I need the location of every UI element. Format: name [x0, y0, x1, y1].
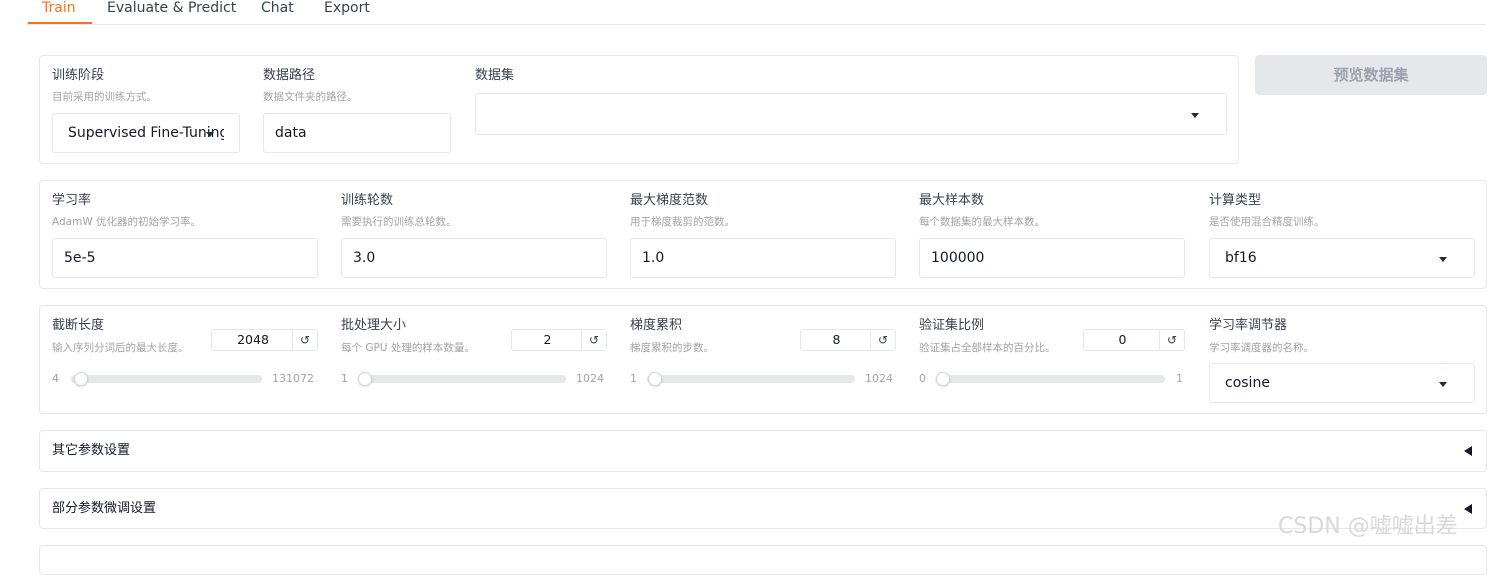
max-samples-input[interactable]: 100000 — [919, 238, 1185, 278]
training-params-panel: 学习率 AdamW 优化器的初始学习率。 5e-5 训练轮数 需要执行的训练总轮… — [39, 180, 1487, 289]
val-size-min: 0 — [919, 372, 926, 385]
val-size-slider-track[interactable] — [936, 375, 1165, 383]
tab-train[interactable]: Train — [42, 0, 76, 18]
chevron-down-icon — [1191, 113, 1199, 118]
cutoff-len-slider-track[interactable] — [71, 375, 262, 383]
num-epochs-info: 需要执行的训练总轮数。 — [341, 216, 457, 228]
grad-accum-label: 梯度累积 — [630, 318, 683, 333]
compute-type-label: 计算类型 — [1209, 193, 1262, 208]
stage-label: 训练阶段 — [52, 68, 105, 83]
reset-icon[interactable]: ↺ — [581, 330, 606, 350]
grad-accum-number-input[interactable]: 8 ↺ — [800, 329, 896, 351]
batch-size-max: 1024 — [576, 372, 604, 385]
cutoff-len-number-input[interactable]: 2048 ↺ — [211, 329, 318, 351]
stage-value: Supervised Fine-Tuning — [68, 125, 224, 141]
num-epochs-label: 训练轮数 — [341, 193, 394, 208]
dataset-dropdown[interactable] — [475, 93, 1227, 135]
cutoff-len-min: 4 — [52, 372, 59, 385]
lr-scheduler-dropdown[interactable]: cosine — [1209, 363, 1475, 403]
val-size-number-input[interactable]: 0 ↺ — [1083, 329, 1185, 351]
learning-rate-info: AdamW 优化器的初始学习率。 — [52, 216, 202, 228]
reset-icon[interactable]: ↺ — [870, 330, 895, 350]
reset-icon[interactable]: ↺ — [1159, 330, 1184, 350]
val-size-info: 验证集占全部样本的百分比。 — [919, 342, 1056, 354]
stage-info: 目前采用的训练方式。 — [52, 91, 157, 103]
watermark: CSDN @嘘嘘出差 — [1278, 514, 1458, 539]
accordion-other-params[interactable]: 其它参数设置 — [39, 430, 1487, 472]
compute-type-value: bf16 — [1225, 250, 1257, 266]
grad-accum-info: 梯度累积的步数。 — [630, 342, 714, 354]
grad-accum-slider-track[interactable] — [647, 375, 855, 383]
tab-export[interactable]: Export — [324, 0, 370, 18]
preview-dataset-button[interactable]: 预览数据集 — [1255, 55, 1487, 95]
dataset-settings-panel: 训练阶段 目前采用的训练方式。 Supervised Fine-Tuning 数… — [39, 55, 1239, 164]
tab-chat[interactable]: Chat — [261, 0, 294, 18]
num-epochs-input[interactable]: 3.0 — [341, 238, 607, 278]
max-grad-norm-label: 最大梯度范数 — [630, 193, 709, 208]
cutoff-len-value: 2048 — [237, 332, 269, 347]
batch-size-slider-track[interactable] — [358, 375, 566, 383]
grad-accum-max: 1024 — [865, 372, 893, 385]
val-size-label: 验证集比例 — [919, 318, 985, 333]
active-tab-indicator — [28, 22, 92, 24]
tab-bar: Train Evaluate & Predict Chat Export — [26, 0, 1486, 25]
chevron-down-icon — [1439, 257, 1447, 262]
learning-rate-label: 学习率 — [52, 193, 92, 208]
reset-icon[interactable]: ↺ — [292, 330, 317, 350]
grad-accum-slider-thumb[interactable] — [648, 372, 663, 386]
tab-evaluate-predict[interactable]: Evaluate & Predict — [107, 0, 236, 18]
cutoff-len-info: 输入序列分词后的最大长度。 — [52, 342, 189, 354]
collapse-arrow-icon — [1464, 504, 1472, 514]
lr-scheduler-value: cosine — [1225, 375, 1270, 391]
accordion-next[interactable] — [39, 545, 1487, 575]
batch-size-slider-thumb[interactable] — [358, 372, 373, 386]
lr-scheduler-label: 学习率调节器 — [1209, 318, 1288, 333]
max-samples-info: 每个数据集的最大样本数。 — [919, 216, 1045, 228]
cutoff-len-max: 131072 — [272, 372, 314, 385]
grad-accum-value: 8 — [832, 332, 841, 347]
batch-size-value: 2 — [543, 332, 552, 347]
compute-type-dropdown[interactable]: bf16 — [1209, 238, 1475, 278]
dataset-dir-input[interactable]: data — [263, 113, 451, 153]
val-size-slider-thumb[interactable] — [936, 372, 950, 386]
collapse-arrow-icon — [1464, 446, 1472, 456]
max-samples-label: 最大样本数 — [919, 193, 985, 208]
batch-size-info: 每个 GPU 处理的样本数量。 — [341, 342, 475, 354]
accordion-freeze-params[interactable]: 部分参数微调设置 — [39, 488, 1487, 529]
dataset-dir-label: 数据路径 — [263, 68, 316, 83]
chevron-down-icon — [206, 132, 214, 137]
grad-accum-min: 1 — [630, 372, 637, 385]
learning-rate-input[interactable]: 5e-5 — [52, 238, 318, 278]
accordion-freeze-params-label: 部分参数微调设置 — [52, 501, 157, 516]
dataset-label: 数据集 — [475, 68, 515, 83]
max-grad-norm-input[interactable]: 1.0 — [630, 238, 896, 278]
accordion-other-params-label: 其它参数设置 — [52, 443, 131, 458]
length-batch-panel: 截断长度 输入序列分词后的最大长度。 2048 ↺ 4 131072 批处理大小… — [39, 305, 1487, 414]
stage-dropdown[interactable]: Supervised Fine-Tuning — [52, 113, 240, 153]
batch-size-number-input[interactable]: 2 ↺ — [511, 329, 607, 351]
batch-size-min: 1 — [341, 372, 348, 385]
chevron-down-icon — [1439, 382, 1447, 387]
compute-type-info: 是否使用混合精度训练。 — [1209, 216, 1325, 228]
cutoff-len-slider-thumb[interactable] — [73, 372, 88, 386]
val-size-max: 1 — [1176, 372, 1183, 385]
cutoff-len-label: 截断长度 — [52, 318, 105, 333]
dataset-dir-info: 数据文件夹的路径。 — [263, 91, 358, 103]
max-grad-norm-info: 用于梯度裁剪的范数。 — [630, 216, 735, 228]
lr-scheduler-info: 学习率调度器的名称。 — [1209, 342, 1314, 354]
batch-size-label: 批处理大小 — [341, 318, 407, 333]
val-size-value: 0 — [1118, 332, 1127, 347]
